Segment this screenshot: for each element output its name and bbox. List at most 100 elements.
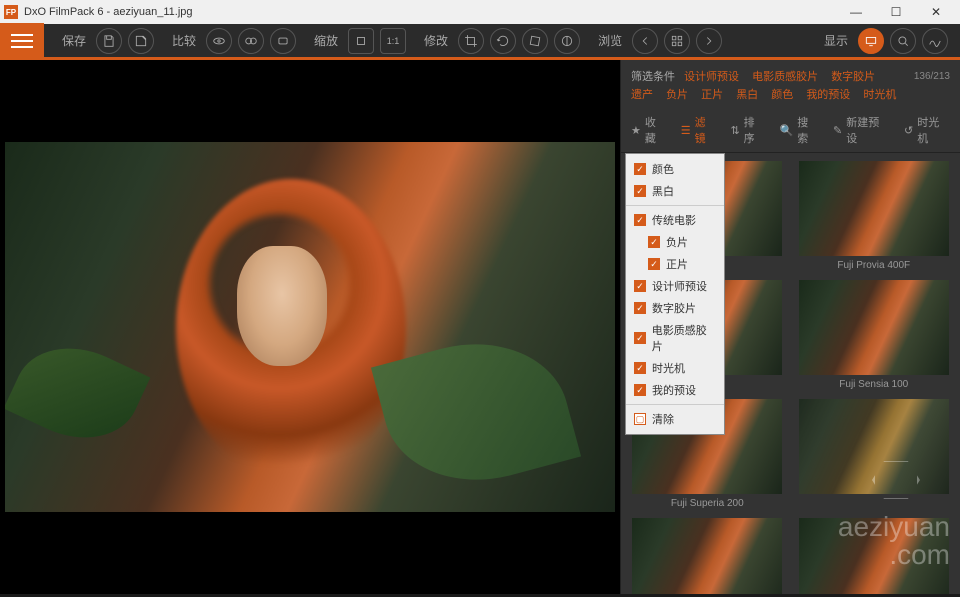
filter-label: 筛选条件 — [631, 71, 675, 83]
panel-tabs: ★收藏 ☰ 滤镜 ⇅排序 🔍搜索 ✎ 新建预设 ↺时光机 — [621, 108, 960, 153]
checkbox-icon: ✓ — [634, 384, 646, 396]
adjust-button[interactable] — [554, 28, 580, 54]
minimize-button[interactable]: — — [836, 0, 876, 24]
compare-split-button[interactable] — [238, 28, 264, 54]
browse-label: 浏览 — [598, 32, 622, 49]
filter-tag[interactable]: 黑白 — [736, 86, 758, 104]
filter-tag[interactable]: 数字胶片 — [831, 68, 875, 86]
next-button[interactable] — [696, 28, 722, 54]
tab-favorites[interactable]: ★收藏 — [631, 114, 667, 146]
filter-item-digital[interactable]: ✓ 数字胶片 — [626, 297, 724, 319]
compare-single-button[interactable] — [270, 28, 296, 54]
menu-button[interactable] — [0, 23, 44, 59]
new-icon: ✎ — [833, 124, 842, 137]
filter-tag[interactable]: 电影质感胶片 — [752, 68, 818, 86]
compare-label: 比较 — [172, 32, 196, 49]
filter-popup: ✓颜色 ✓黑白 ✓传统电影 ✓负片 ✓正片 ✓设计师预设 ✓数字胶片 ✓电影质感… — [625, 153, 725, 435]
filter-item-label: 时光机 — [652, 360, 685, 376]
search-icon: 🔍 — [780, 124, 794, 137]
compare-group: 比较 — [172, 28, 296, 54]
preset-thumb[interactable] — [796, 399, 953, 510]
save-as-button[interactable] — [128, 28, 154, 54]
tab-new-preset[interactable]: ✎ 新建预设 — [833, 114, 890, 146]
preset-thumb[interactable] — [629, 518, 786, 594]
tab-favorites-label: 收藏 — [645, 114, 667, 146]
filter-item-clear[interactable]: ▢ 清除 — [626, 408, 724, 430]
checkbox-icon: ▢ — [634, 413, 646, 425]
window-title: DxO FilmPack 6 - aeziyuan_11.jpg — [24, 6, 836, 18]
filter-item-cine[interactable]: ✓电影质感胶片 — [626, 319, 724, 357]
filter-item-label: 正片 — [666, 256, 688, 272]
filter-item-label: 颜色 — [652, 161, 674, 177]
filter-tag[interactable]: 我的预设 — [806, 86, 850, 104]
filter-item-pos[interactable]: ✓ 正片 — [626, 253, 724, 275]
checkbox-icon: ✓ — [634, 302, 646, 314]
filter-tag[interactable]: 颜色 — [771, 86, 793, 104]
filter-item-label: 传统电影 — [652, 212, 696, 228]
edit-group: 修改 — [424, 28, 580, 54]
save-button[interactable] — [96, 28, 122, 54]
maximize-button[interactable]: ☐ — [876, 0, 916, 24]
zoom-group: 缩放 1:1 — [314, 28, 406, 54]
display-screen-button[interactable] — [858, 28, 884, 54]
preset-thumbs[interactable]: ✓颜色 ✓黑白 ✓传统电影 ✓负片 ✓正片 ✓设计师预设 ✓数字胶片 ✓电影质感… — [621, 153, 960, 594]
checkbox-icon: ✓ — [634, 280, 646, 292]
tab-time-machine[interactable]: ↺时光机 — [904, 114, 950, 146]
filter-item-bw[interactable]: ✓ 黑白 — [626, 180, 724, 202]
filter-item-label: 清除 — [652, 411, 674, 427]
filter-tag[interactable]: 负片 — [666, 86, 688, 104]
filter-item-designer[interactable]: ✓设计师预设 — [626, 275, 724, 297]
straighten-button[interactable] — [522, 28, 548, 54]
display-group: 显示 — [824, 28, 948, 54]
filter-item-label: 数字胶片 — [652, 300, 696, 316]
preset-thumb[interactable]: Fuji Sensia 100 — [796, 280, 953, 391]
crop-button[interactable] — [458, 28, 484, 54]
preset-thumb[interactable] — [796, 518, 953, 594]
grid-button[interactable] — [664, 28, 690, 54]
filter-tags-row: 136/213 筛选条件 设计师预设 电影质感胶片 数字胶片 遗产 负片 正片 … — [621, 60, 960, 108]
main-area: 136/213 筛选条件 设计师预设 电影质感胶片 数字胶片 遗产 负片 正片 … — [0, 60, 960, 594]
filter-item-mine[interactable]: ✓我的预设 — [626, 379, 724, 401]
filter-item-label: 黑白 — [652, 183, 674, 199]
tab-filter-label: 滤镜 — [695, 114, 717, 146]
filter-tag[interactable]: 时光机 — [863, 86, 896, 104]
zoom-11-button[interactable]: 1:1 — [380, 28, 406, 54]
save-group: 保存 — [62, 28, 154, 54]
filter-item-label: 负片 — [666, 234, 688, 250]
filter-item-tradfilm[interactable]: ✓ 传统电影 — [626, 209, 724, 231]
close-button[interactable]: ✕ — [916, 0, 956, 24]
prev-button[interactable] — [632, 28, 658, 54]
zoom-fit-button[interactable] — [348, 28, 374, 54]
checkbox-icon: ✓ — [634, 214, 646, 226]
preset-thumb[interactable]: Fuji Provia 400F — [796, 161, 953, 272]
tab-filter[interactable]: ☰ 滤镜 — [681, 114, 717, 146]
titlebar: FP DxO FilmPack 6 - aeziyuan_11.jpg — ☐ … — [0, 0, 960, 24]
checkbox-icon: ✓ — [634, 185, 646, 197]
display-loupe-button[interactable] — [890, 28, 916, 54]
filter-item-time[interactable]: ✓ 时光机 — [626, 357, 724, 379]
display-hist-button[interactable] — [922, 28, 948, 54]
preset-caption — [796, 498, 953, 510]
checkbox-icon: ✓ — [634, 332, 646, 344]
filter-tag[interactable]: 遗产 — [631, 86, 653, 104]
filter-tag[interactable]: 正片 — [701, 86, 723, 104]
save-label: 保存 — [62, 32, 86, 49]
checkbox-icon: ✓ — [648, 236, 660, 248]
list-icon: ☰ — [681, 124, 691, 137]
tab-search-label: 搜索 — [797, 114, 819, 146]
preset-caption: Fuji Superia 200 — [629, 498, 786, 510]
tab-new-label: 新建预设 — [846, 114, 890, 146]
filter-item-neg[interactable]: ✓ 负片 — [626, 231, 724, 253]
rotate-button[interactable] — [490, 28, 516, 54]
checkbox-icon: ✓ — [634, 362, 646, 374]
filter-tag[interactable]: 设计师预设 — [684, 68, 739, 86]
canvas[interactable] — [0, 60, 620, 594]
preset-caption: Fuji Provia 400F — [796, 260, 953, 272]
compare-eye-button[interactable] — [206, 28, 232, 54]
browse-group: 浏览 — [598, 28, 722, 54]
tab-search[interactable]: 🔍搜索 — [780, 114, 820, 146]
checkbox-icon: ✓ — [648, 258, 660, 270]
filter-item-color[interactable]: ✓颜色 — [626, 158, 724, 180]
tab-sort[interactable]: ⇅排序 — [730, 114, 765, 146]
toolbar: 保存 比较 缩放 1:1 修改 浏览 显示 — [0, 24, 960, 60]
